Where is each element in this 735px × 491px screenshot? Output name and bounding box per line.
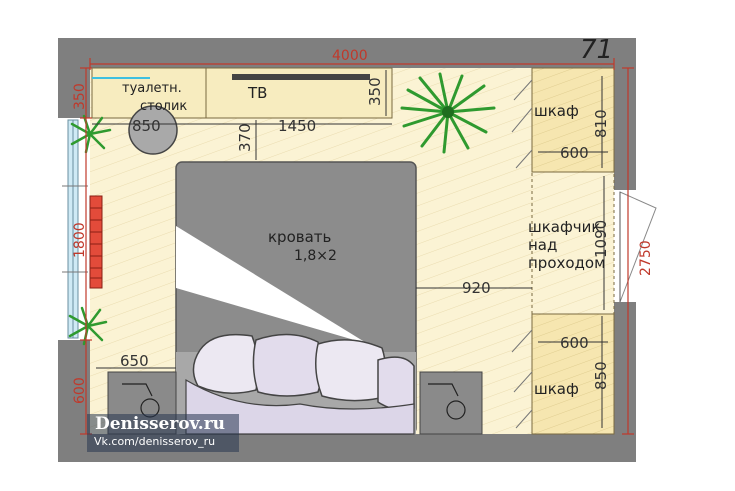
bed-label-line1: кровать [268,228,331,246]
radiator [89,195,103,289]
dim-tv-depth: 350 [366,77,384,106]
bed-label-line2: 1,8×2 [294,248,337,264]
dim-gap-bed: 370 [236,123,254,152]
vanity-label-line1: туалетн. [122,81,182,96]
watermark: Denisserov.ru Vk.com/denisserov_ru [87,414,239,452]
wardrobe-top-label: шкаф [534,102,579,120]
dim-wardrobe-bottom-width: 600 [560,334,589,352]
tv-label: ТВ [247,84,267,102]
watermark-subtitle: Vk.com/denisserov_ru [94,435,216,448]
vanity-label-line2: столик [140,99,187,114]
cabinet-label-line2: над [528,236,557,254]
dim-bed-wardrobe: 920 [462,279,491,297]
dim-wardrobe-top-depth: 810 [592,109,610,138]
nightstand-right [419,371,483,435]
dim-cabinet-length: 1090 [592,220,610,258]
cabinet-label-line1: шкафчик [528,218,600,236]
dim-wardrobe-bottom-depth: 850 [592,361,610,390]
dim-tv-width: 1450 [278,117,316,135]
wardrobe-bottom-label: шкаф [534,380,579,398]
dim-bottom-left: 600 [72,377,88,404]
dim-window: 1800 [72,222,88,258]
dim-room-depth: 2750 [638,240,654,276]
dim-table-width: 850 [132,117,161,135]
sheet-number: 71 [580,35,613,65]
dim-room-width: 4000 [332,48,368,64]
dim-wardrobe-top-width: 600 [560,144,589,162]
watermark-title: Denisserov.ru [95,414,226,434]
dim-nightstand: 650 [120,352,149,370]
dim-top-left: 350 [72,83,88,110]
